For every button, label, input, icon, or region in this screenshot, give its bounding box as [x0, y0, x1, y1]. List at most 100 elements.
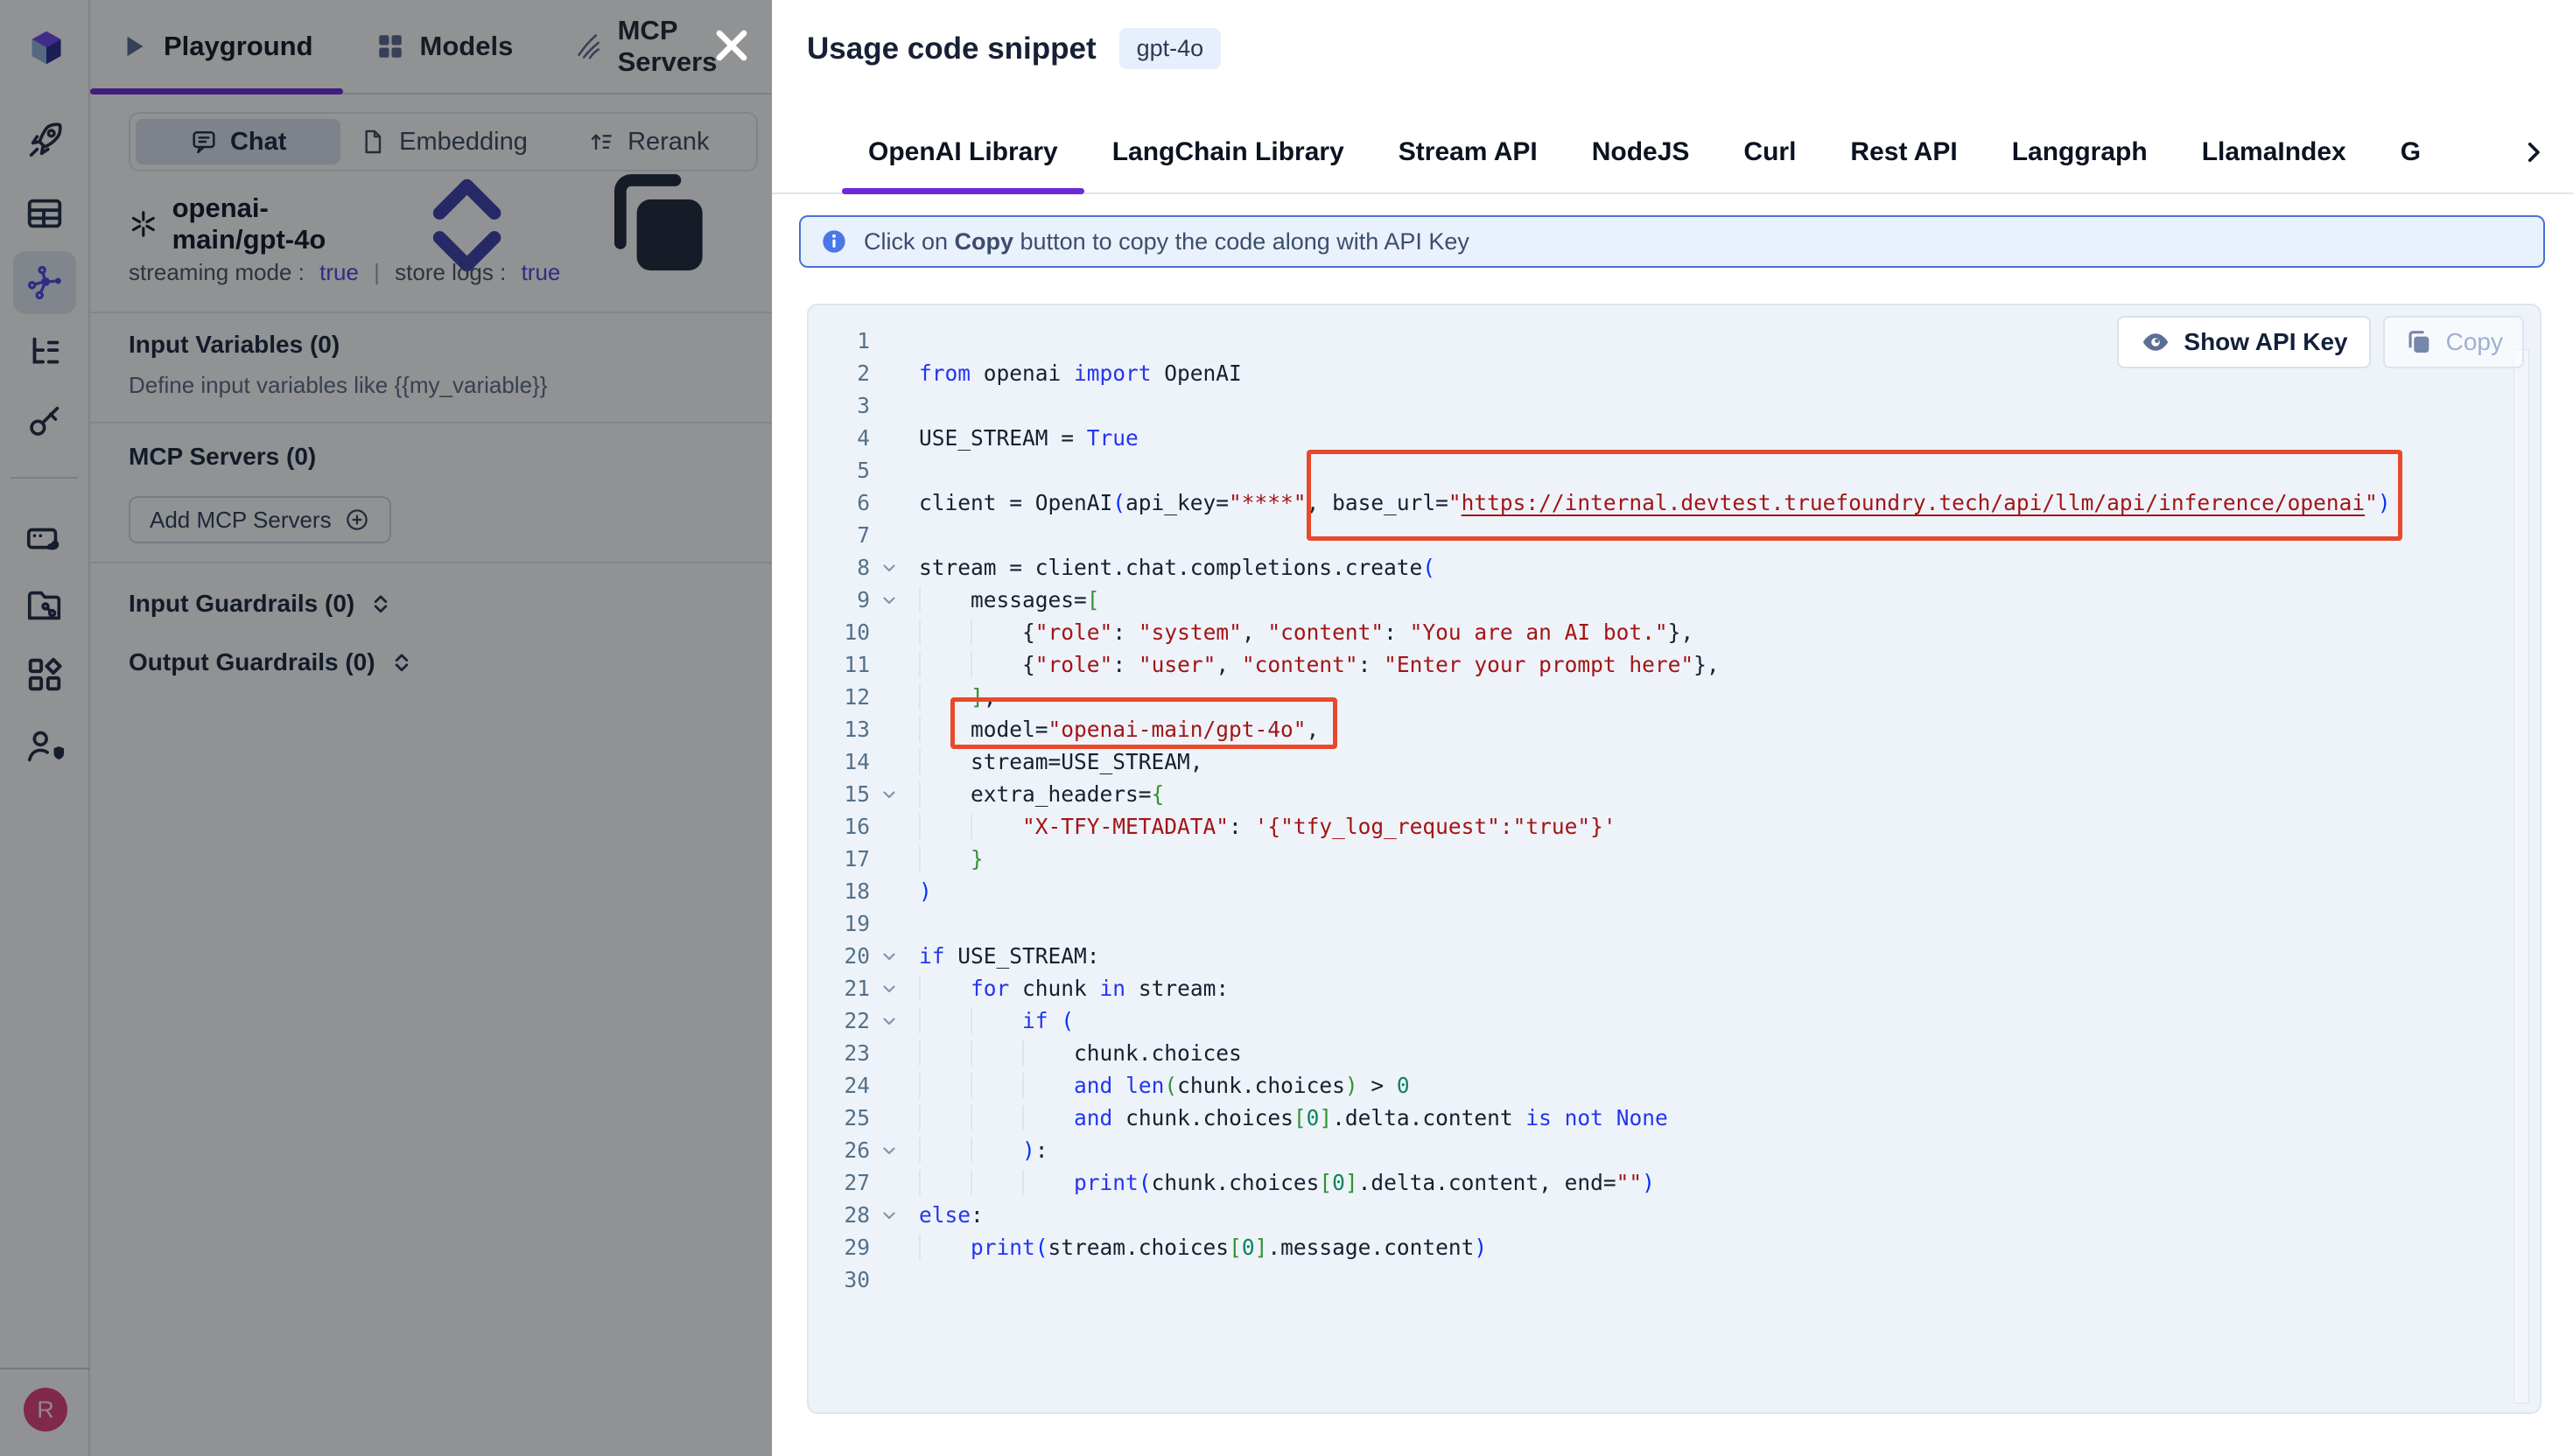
tab-truncated[interactable]: G: [2401, 112, 2427, 192]
code-text: ):: [919, 1138, 1048, 1163]
line-number: 3: [809, 393, 870, 418]
code-text: model="openai-main/gpt-4o",: [919, 717, 1319, 742]
line-number: 12: [809, 684, 870, 710]
line-number: 26: [809, 1138, 870, 1163]
tab-curl[interactable]: Curl: [1743, 112, 1796, 192]
tab-langchain-library[interactable]: LangChain Library: [1112, 112, 1344, 192]
code-text: USE_STREAM = True: [919, 425, 1139, 451]
modal-close-button[interactable]: [705, 19, 758, 72]
code-line: 23 chunk.choices: [809, 1037, 2501, 1069]
tab-rest-api[interactable]: Rest API: [1850, 112, 1957, 192]
line-number: 6: [809, 490, 870, 515]
snippet-language-tabs: OpenAI Library LangChain Library Stream …: [772, 112, 2573, 194]
code-line: 14 stream=USE_STREAM,: [809, 746, 2501, 778]
code-text: from openai import OpenAI: [919, 360, 1242, 386]
info-icon: [820, 228, 848, 256]
code-line: 15 extra_headers={: [809, 778, 2501, 810]
line-number: 23: [809, 1040, 870, 1066]
code-text: chunk.choices: [919, 1040, 1242, 1066]
code-line: 10 {"role": "system", "content": "You ar…: [809, 616, 2501, 648]
playground-background-page: Playground Models MCP Servers R Cha: [0, 0, 772, 1456]
active-tab-underline: [842, 188, 1084, 194]
modal-backdrop[interactable]: [0, 0, 772, 1456]
code-text: }: [919, 846, 984, 872]
code-line: 6 client = OpenAI(api_key="****", base_ur…: [809, 486, 2501, 519]
code-text: print(chunk.choices[0].delta.content, en…: [919, 1170, 1655, 1195]
code-line: 25 and chunk.choices[0].delta.content is…: [809, 1102, 2501, 1134]
line-number: 29: [809, 1235, 870, 1260]
fold-chevron-icon[interactable]: [870, 978, 908, 999]
code-line: 17 }: [809, 843, 2501, 875]
code-line: 26 ):: [809, 1134, 2501, 1166]
chevron-right-icon: [2519, 137, 2548, 167]
line-number: 14: [809, 749, 870, 774]
code-line: 27 print(chunk.choices[0].delta.content,…: [809, 1166, 2501, 1199]
fold-chevron-icon[interactable]: [870, 1140, 908, 1161]
code-text: and len(chunk.choices) > 0: [919, 1073, 1410, 1098]
code-line: 22 if (: [809, 1004, 2501, 1037]
line-number: 1: [809, 328, 870, 354]
code-line: 4 USE_STREAM = True: [809, 422, 2501, 454]
line-number: 24: [809, 1073, 870, 1098]
line-number: 5: [809, 458, 870, 483]
code-line: 12 ],: [809, 681, 2501, 713]
line-number: 13: [809, 717, 870, 742]
line-number: 18: [809, 878, 870, 904]
info-banner: Click on Copy button to copy the code al…: [799, 215, 2545, 268]
fold-chevron-icon[interactable]: [870, 946, 908, 967]
line-number: 10: [809, 620, 870, 645]
tab-langgraph[interactable]: Langgraph: [2012, 112, 2148, 192]
close-icon: [711, 24, 753, 66]
line-number: 20: [809, 943, 870, 969]
tab-nodejs[interactable]: NodeJS: [1592, 112, 1690, 192]
line-number: 11: [809, 652, 870, 677]
code-line: 8stream = client.chat.completions.create…: [809, 551, 2501, 584]
fold-chevron-icon[interactable]: [870, 784, 908, 805]
fold-chevron-icon[interactable]: [870, 1205, 908, 1226]
line-number: 25: [809, 1105, 870, 1130]
code-line: 16 "X-TFY-METADATA": '{"tfy_log_request"…: [809, 810, 2501, 843]
code-editor[interactable]: 12 from openai import OpenAI 3 4 USE_STREAM …: [809, 325, 2501, 1412]
code-line: 24 and len(chunk.choices) > 0: [809, 1069, 2501, 1102]
copy-icon: [2404, 327, 2434, 357]
code-line: 20 if USE_STREAM:: [809, 940, 2501, 972]
code-text: ],: [919, 684, 997, 710]
modal-header: Usage code snippet gpt-4o: [807, 28, 1221, 69]
code-line: 18): [809, 875, 2501, 907]
code-text: "X-TFY-METADATA": '{"tfy_log_request":"t…: [919, 814, 1616, 839]
line-number: 15: [809, 781, 870, 807]
show-api-key-label: Show API Key: [2184, 328, 2347, 356]
show-api-key-button[interactable]: Show API Key: [2117, 316, 2370, 368]
code-text: stream = client.chat.completions.create(: [919, 555, 1435, 580]
tab-llamaindex[interactable]: LlamaIndex: [2202, 112, 2346, 192]
code-line: 11 {"role": "user", "content": "Enter yo…: [809, 648, 2501, 681]
code-lines: 12 from openai import OpenAI 3 4 USE_STREAM …: [809, 325, 2501, 1296]
line-number: 4: [809, 425, 870, 451]
code-text: print(stream.choices[0].message.content): [919, 1235, 1487, 1260]
line-number: 27: [809, 1170, 870, 1195]
line-number: 7: [809, 522, 870, 548]
code-text: if USE_STREAM:: [919, 943, 1100, 969]
fold-chevron-icon[interactable]: [870, 1011, 908, 1032]
code-text: stream=USE_STREAM,: [919, 749, 1203, 774]
code-text: extra_headers={: [919, 781, 1164, 807]
fold-chevron-icon[interactable]: [870, 557, 908, 578]
tabs-scroll-right-button[interactable]: [2519, 137, 2548, 167]
line-number: 30: [809, 1267, 870, 1292]
code-line: 19: [809, 907, 2501, 940]
tab-openai-library[interactable]: OpenAI Library: [868, 112, 1058, 192]
code-line: 28else:: [809, 1199, 2501, 1231]
copy-code-button[interactable]: Copy: [2383, 316, 2524, 368]
code-text: and chunk.choices[0].delta.content is no…: [919, 1105, 1668, 1130]
tab-stream-api[interactable]: Stream API: [1399, 112, 1538, 192]
model-badge: gpt-4o: [1119, 28, 1222, 69]
vertical-scrollbar[interactable]: [2513, 349, 2529, 1404]
line-number: 22: [809, 1008, 870, 1033]
line-number: 28: [809, 1202, 870, 1228]
code-line: 21 for chunk in stream:: [809, 972, 2501, 1004]
line-number: 17: [809, 846, 870, 872]
fold-chevron-icon[interactable]: [870, 590, 908, 611]
code-text: client = OpenAI(api_key="****", base_url…: [919, 490, 2391, 515]
code-text: for chunk in stream:: [919, 976, 1229, 1001]
code-line: 9 messages=[: [809, 584, 2501, 616]
